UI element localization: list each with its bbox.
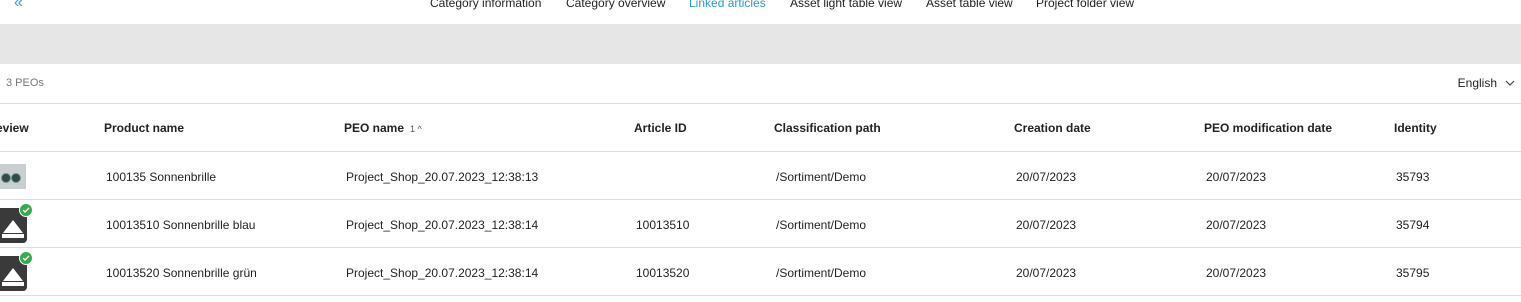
- cell-peo-name: Project_Shop_20.07.2023_12:38:14: [346, 218, 539, 232]
- column-header-peo-name-label: PEO name: [344, 121, 405, 135]
- column-header-creation-date[interactable]: Creation date: [1014, 121, 1091, 135]
- table-header: eview Product name PEO name 1 ^ Article I…: [0, 103, 1521, 152]
- column-header-peo-name[interactable]: PEO name 1 ^: [344, 121, 422, 135]
- tab-linked-articles[interactable]: Linked articles: [689, 0, 766, 10]
- image-placeholder-icon[interactable]: [0, 203, 33, 243]
- column-header-product-name[interactable]: Product name: [104, 121, 184, 135]
- cell-peo-modification-date: 20/07/2023: [1206, 218, 1267, 232]
- cell-peo-name: Project_Shop_20.07.2023_12:38:14: [346, 266, 539, 280]
- check-badge-icon: [19, 251, 33, 265]
- sunglasses-lens-icon: [11, 173, 21, 183]
- tab-bar: « Category information Category overview…: [0, 0, 1521, 24]
- language-value: English: [1457, 76, 1497, 90]
- cell-peo-modification-date: 20/07/2023: [1206, 170, 1267, 184]
- placeholder-bar: [2, 282, 24, 286]
- column-header-classification-path[interactable]: Classification path: [774, 121, 881, 135]
- check-badge-icon: [19, 203, 33, 217]
- column-header-identity[interactable]: Identity: [1394, 121, 1437, 135]
- cell-product-name: 100135 Sonnenbrille: [106, 170, 217, 184]
- table-row[interactable]: 100135 Sonnenbrille Project_Shop_20.07.2…: [0, 152, 1521, 200]
- image-placeholder-icon[interactable]: [0, 251, 33, 291]
- cell-creation-date: 20/07/2023: [1016, 218, 1077, 232]
- tab-category-overview[interactable]: Category overview: [566, 0, 665, 10]
- chevron-down-icon: [1505, 80, 1515, 86]
- product-thumbnail[interactable]: [0, 164, 26, 189]
- cell-article-id: 10013510: [636, 218, 690, 232]
- column-header-peo-modification-date[interactable]: PEO modification date: [1204, 121, 1332, 135]
- toolbar-band: [0, 24, 1521, 64]
- cell-classification-path: /Sortiment/Demo: [776, 266, 867, 280]
- table-row[interactable]: 10013510 Sonnenbrille blau Project_Shop_…: [0, 200, 1521, 248]
- cell-classification-path: /Sortiment/Demo: [776, 170, 867, 184]
- tab-category-information[interactable]: Category information: [430, 0, 541, 10]
- tab-asset-table-view[interactable]: Asset table view: [926, 0, 1013, 10]
- cell-product-name: 10013510 Sonnenbrille blau: [106, 218, 256, 232]
- cell-identity: 35794: [1396, 218, 1430, 232]
- mountain-icon: [3, 220, 23, 233]
- language-select[interactable]: English: [1458, 76, 1515, 90]
- tab-asset-light-table-view[interactable]: Asset light table view: [790, 0, 902, 10]
- column-header-preview[interactable]: eview: [0, 121, 29, 135]
- result-info-row: 3 PEOs English: [0, 64, 1521, 104]
- cell-identity: 35795: [1396, 266, 1430, 280]
- cell-classification-path: /Sortiment/Demo: [776, 218, 867, 232]
- column-header-article-id[interactable]: Article ID: [634, 121, 687, 135]
- placeholder-bar: [2, 234, 24, 238]
- cell-creation-date: 20/07/2023: [1016, 266, 1077, 280]
- cell-article-id: 10013520: [636, 266, 690, 280]
- sunglasses-lens-icon: [1, 173, 11, 183]
- cell-creation-date: 20/07/2023: [1016, 170, 1077, 184]
- mountain-icon: [3, 268, 23, 281]
- cell-product-name: 10013520 Sonnenbrille grün: [106, 266, 257, 280]
- tab-project-folder-view[interactable]: Project folder view: [1036, 0, 1134, 10]
- cell-identity: 35793: [1396, 170, 1430, 184]
- cell-peo-name: Project_Shop_20.07.2023_12:38:13: [346, 170, 539, 184]
- sort-indicator[interactable]: 1 ^: [410, 124, 422, 134]
- table-row[interactable]: 10013520 Sonnenbrille grün Project_Shop_…: [0, 248, 1521, 296]
- cell-peo-modification-date: 20/07/2023: [1206, 266, 1267, 280]
- tab-list: Category information Category overview L…: [0, 0, 1521, 24]
- peo-count: 3 PEOs: [6, 77, 44, 89]
